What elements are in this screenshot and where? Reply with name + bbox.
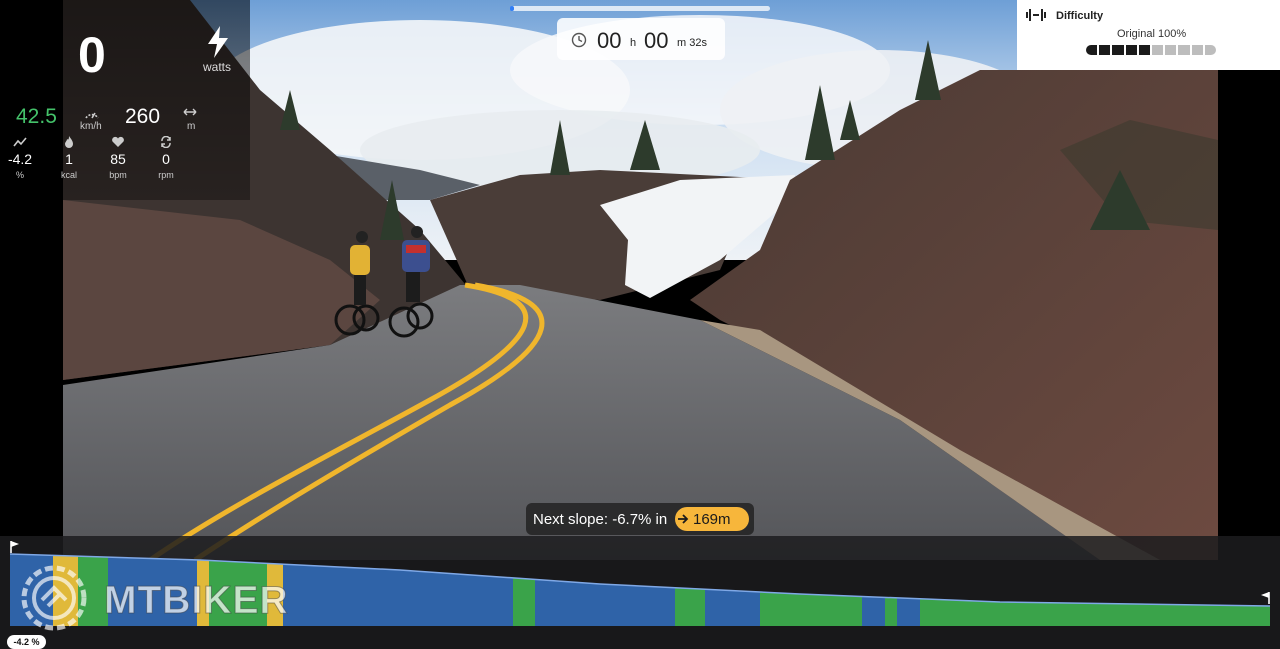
timer-minutes-unit-label: m <box>677 37 687 49</box>
watermark-text: MTBIKER <box>104 579 289 623</box>
heart-icon <box>112 136 124 147</box>
difficulty-segment <box>1191 45 1203 55</box>
timer-hours: 00 <box>597 28 622 53</box>
start-flag-icon <box>10 541 19 553</box>
current-grade-badge: -4.2 % <box>7 635 46 649</box>
difficulty-value: Original 100% <box>1117 28 1187 40</box>
timer-minutes: 00 <box>644 28 669 53</box>
mtbiker-logo-icon <box>21 565 87 631</box>
ride-progress-fill <box>510 6 514 11</box>
calories-value: 1 <box>65 151 73 167</box>
speed-unit: km/h <box>80 121 102 132</box>
cadence-metric: 0 rpm <box>146 136 186 180</box>
power-unit: watts <box>203 60 232 74</box>
cadence-value: 0 <box>162 151 170 167</box>
grade-value: -4.2 <box>7 151 33 167</box>
difficulty-segment <box>1138 45 1151 55</box>
heart-rate-value: 85 <box>110 151 126 167</box>
calories-metric: 1 kcal <box>49 136 89 180</box>
timer-seconds: 32s <box>689 37 707 49</box>
heart-rate-unit: bpm <box>109 170 127 180</box>
clock-icon <box>571 32 587 48</box>
difficulty-level-bar[interactable] <box>1086 45 1217 55</box>
speed-value: 42.5 <box>16 105 57 128</box>
arrow-right-icon <box>678 514 689 524</box>
difficulty-segment <box>1178 45 1190 55</box>
profile-segment-green-7 <box>885 554 897 626</box>
difficulty-segment <box>1152 45 1164 55</box>
difficulty-segment <box>1086 45 1098 55</box>
difficulty-segment <box>1125 45 1137 55</box>
distance-value: 260 <box>125 105 161 128</box>
timer-minutes-unit: m 32s <box>677 37 707 49</box>
difficulty-segment <box>1165 45 1177 55</box>
horizontal-arrows-icon <box>183 108 197 116</box>
profile-segment-green-5 <box>675 554 705 626</box>
grade-unit: % <box>15 170 24 180</box>
mtbiker-watermark: MTBIKER <box>16 560 316 634</box>
cadence-unit: rpm <box>158 170 174 180</box>
difficulty-title: Difficulty <box>1056 10 1104 22</box>
ride-timer: 00 h 00 m 32s <box>557 18 725 60</box>
next-slope-distance: 169m <box>693 511 731 528</box>
difficulty-segment <box>1099 45 1111 55</box>
metrics-panel: 0 watts 42.5 km/h 260 m -4.2 % 1 kcal 85… <box>0 0 250 200</box>
next-slope-label: Next slope: -6.7% in <box>533 511 668 528</box>
flame-icon <box>65 136 73 148</box>
power-value: 0 <box>78 27 106 83</box>
refresh-icon <box>161 136 171 148</box>
heart-rate-metric: 85 bpm <box>98 136 138 180</box>
mountain-icon <box>13 137 27 147</box>
timer-hours-unit: h <box>630 37 637 49</box>
ride-progress-bar[interactable] <box>510 6 770 11</box>
speedometer-icon <box>85 112 99 119</box>
lightning-bolt-icon <box>208 26 228 58</box>
finish-flag-icon <box>1261 592 1270 604</box>
next-slope-distance-pill: 169m <box>675 507 749 531</box>
difficulty-segment <box>1112 45 1124 55</box>
next-slope-banner: Next slope: -6.7% in 169m <box>526 503 754 535</box>
profile-segment-green-8 <box>920 554 1270 626</box>
calories-unit: kcal <box>60 170 77 180</box>
difficulty-segment <box>1204 45 1217 55</box>
difficulty-icon <box>1026 9 1046 21</box>
profile-segment-green-4 <box>513 554 535 626</box>
difficulty-panel[interactable]: Difficulty Original 100% <box>1017 0 1280 70</box>
grade-metric: -4.2 % <box>0 136 40 180</box>
distance-unit: m <box>187 121 196 132</box>
